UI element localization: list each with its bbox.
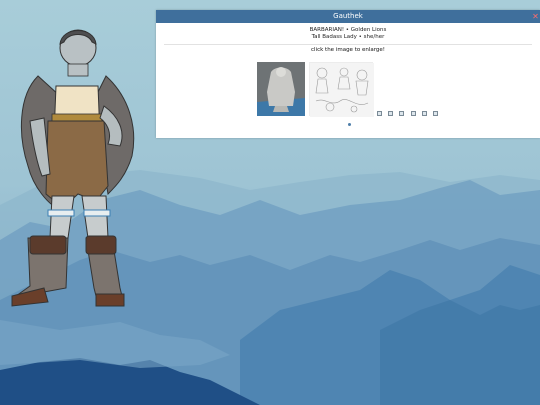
sketch-sheet-thumbnail[interactable]	[309, 62, 374, 117]
gallery-page-indicator[interactable]	[348, 123, 351, 126]
description-and-pronouns: Tall Badass Lady • she/her	[311, 34, 385, 40]
close-icon[interactable]: ✕	[531, 10, 540, 23]
image-icon[interactable]	[399, 111, 404, 116]
image-icon[interactable]	[377, 111, 382, 116]
character-info-card: Gauthek ✕ BARBARIAN! • Golden Lions Tall…	[156, 10, 540, 138]
class-and-faction: BARBARIAN! • Golden Lions	[309, 27, 387, 33]
enlarge-instruction: click the image to enlarge!	[311, 47, 385, 53]
miniature-figure-thumbnail[interactable]	[257, 62, 305, 116]
card-header: Gauthek ✕	[156, 10, 540, 23]
character-illustration	[11, 29, 135, 307]
image-icon[interactable]	[411, 111, 416, 116]
image-icon[interactable]	[433, 111, 438, 116]
image-icon[interactable]	[388, 111, 393, 116]
image-icon[interactable]	[422, 111, 427, 116]
character-name: Gauthek	[333, 12, 363, 20]
divider	[164, 44, 532, 45]
